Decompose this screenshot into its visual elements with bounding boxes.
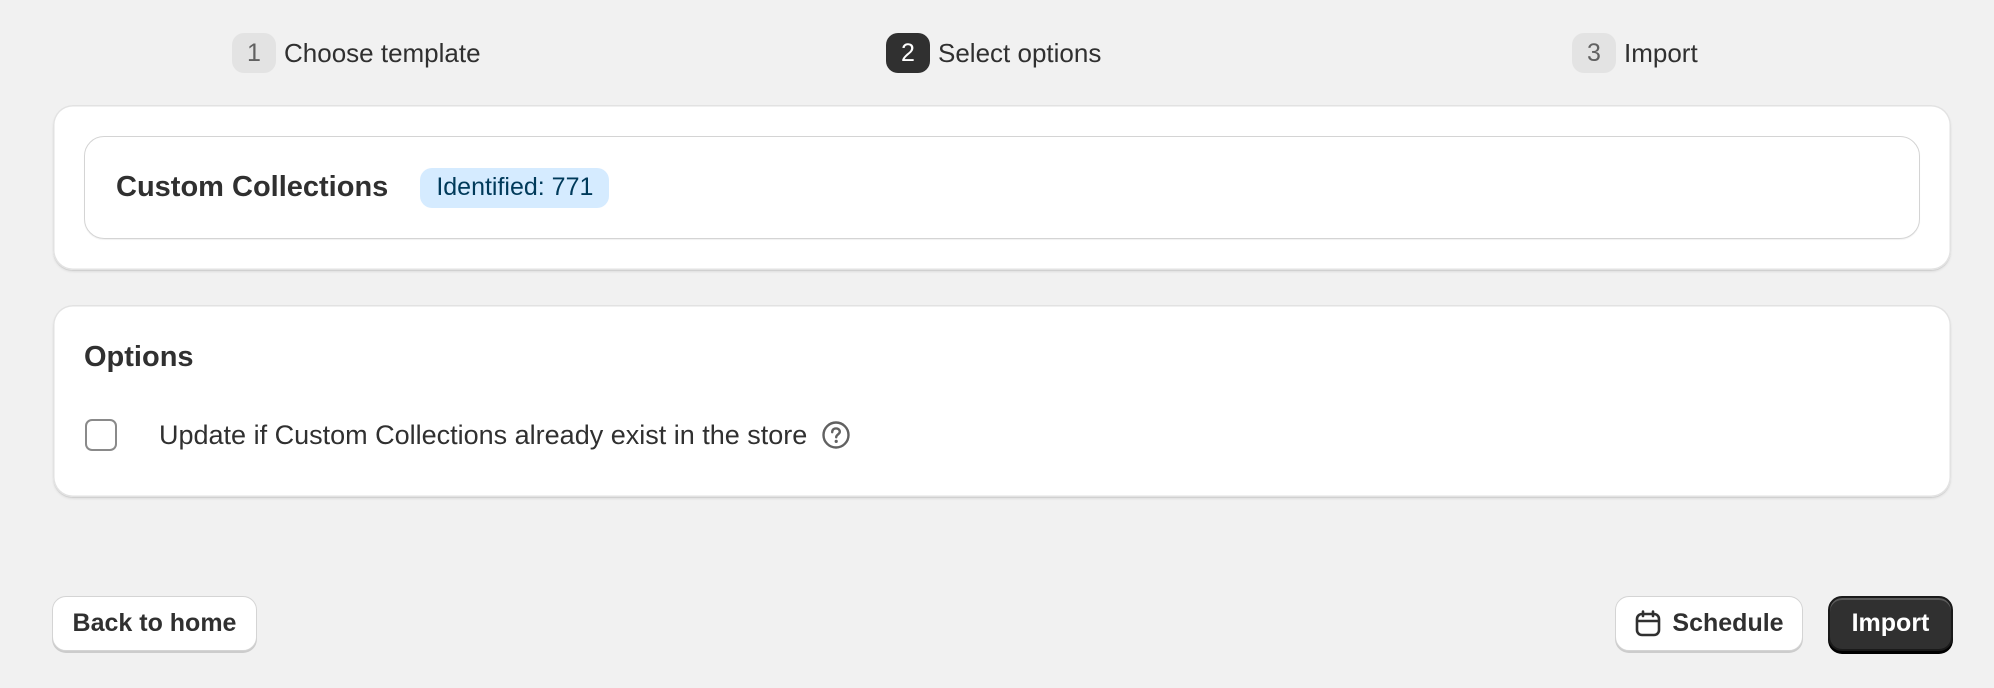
- step-label: Choose template: [284, 37, 481, 68]
- options-card: Options Update if Custom Collections alr…: [53, 305, 1951, 497]
- step-number: 2: [886, 33, 930, 73]
- step-choose-template[interactable]: 1 Choose template: [232, 33, 481, 73]
- back-to-home-label: Back to home: [72, 609, 237, 637]
- options-title: Options: [84, 341, 194, 373]
- back-to-home-button[interactable]: Back to home: [52, 596, 257, 651]
- step-number: 3: [1572, 33, 1616, 73]
- identified-badge: Identified: 771: [420, 167, 610, 208]
- update-existing-label[interactable]: Update if Custom Collections already exi…: [159, 420, 807, 451]
- collection-title: Custom Collections: [116, 171, 389, 203]
- step-number: 1: [232, 33, 276, 73]
- step-import[interactable]: 3 Import: [1572, 33, 1698, 73]
- question-circle-icon[interactable]: [821, 420, 851, 450]
- update-existing-checkbox[interactable]: [85, 419, 117, 451]
- stepper: 1 Choose template 2 Select options 3 Imp…: [0, 0, 1994, 104]
- collection-summary: Custom Collections Identified: 771: [84, 136, 1920, 239]
- calendar-icon: [1634, 609, 1662, 638]
- import-button[interactable]: Import: [1828, 596, 1953, 651]
- step-label: Select options: [938, 37, 1102, 68]
- step-select-options[interactable]: 2 Select options: [886, 33, 1101, 73]
- schedule-button[interactable]: Schedule: [1615, 596, 1803, 651]
- update-existing-option: Update if Custom Collections already exi…: [85, 417, 851, 453]
- step-label: Import: [1624, 37, 1698, 68]
- collection-card: Custom Collections Identified: 771: [53, 105, 1951, 270]
- schedule-label: Schedule: [1672, 609, 1784, 637]
- import-label: Import: [1851, 609, 1930, 637]
